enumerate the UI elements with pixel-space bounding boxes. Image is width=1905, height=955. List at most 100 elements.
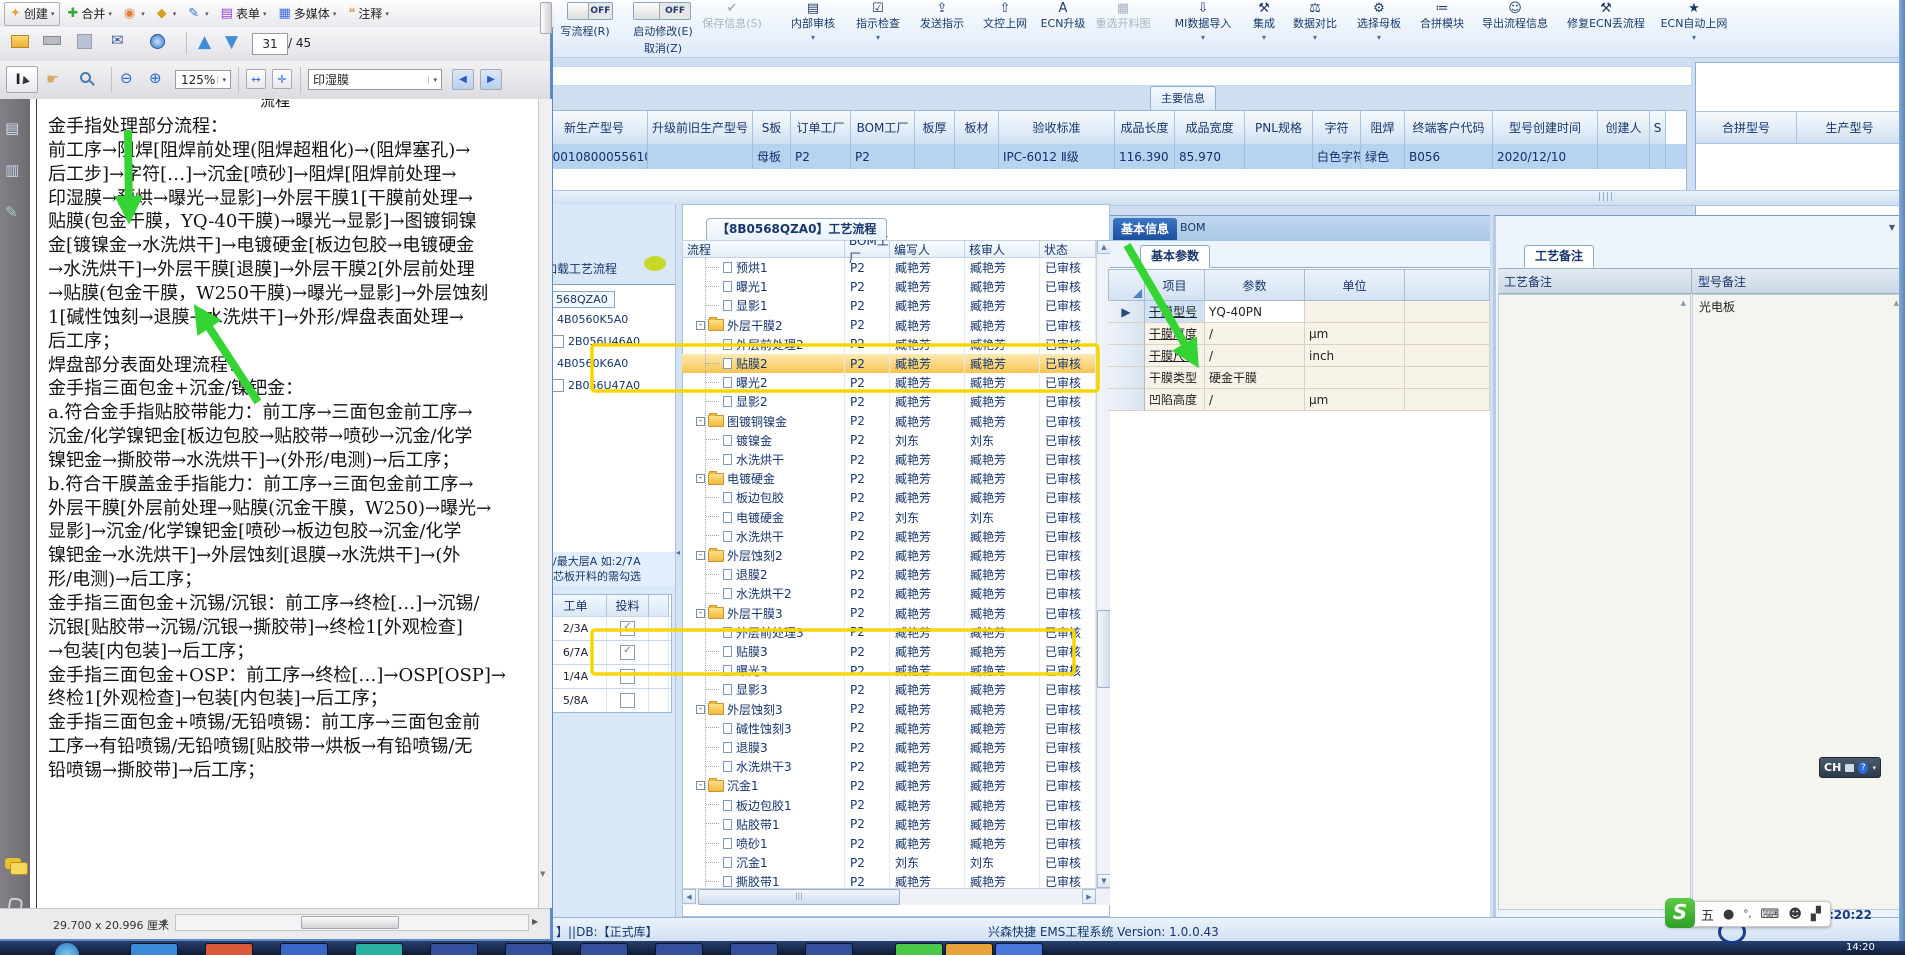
param-value[interactable]: /: [1205, 345, 1305, 367]
param-value[interactable]: 硬金干膜: [1205, 367, 1305, 389]
tree-row[interactable]: 水洗烘干2 P2 臧艳芳 臧艳芳 已审核: [682, 584, 1096, 604]
tree-row[interactable]: - 外层蚀刻3 P2 臧艳芳 臧艳芳 已审核: [682, 699, 1096, 719]
tree-row[interactable]: - 外层干膜2 P2 臧艳芳 臧艳芳 已审核: [682, 315, 1096, 335]
pdf-menu-pen-icon[interactable]: ✎ ▾: [183, 3, 213, 25]
select-tool-button[interactable]: I ▲: [6, 66, 38, 93]
toolbar-button-ECN自动上网[interactable]: ★ ECN自动上网 ▾: [1661, 0, 1728, 57]
fit-width-button[interactable]: ↔: [246, 69, 266, 89]
toolbar-button-MI数据导入[interactable]: ⇩ MI数据导入 ▾: [1175, 0, 1232, 57]
ime-mode-label[interactable]: 五: [1701, 905, 1714, 924]
model-list-item[interactable]: 2B056U47A0: [551, 379, 640, 392]
toggle-启动修改(E)[interactable]: OFF: [633, 2, 691, 20]
next-page-icon[interactable]: ▼: [225, 32, 238, 52]
tree-row[interactable]: 撕胶带1 P2 臧艳芳 臧艳芳 已审核: [682, 872, 1096, 888]
model-list-item[interactable]: 4B0560K5A0: [557, 313, 628, 326]
taskbar-app-button[interactable]: [580, 943, 628, 955]
tree-row[interactable]: 板边包胶1 P2 臧艳芳 臧艳芳 已审核: [682, 795, 1096, 815]
pdf-hscroll-thumb[interactable]: [301, 916, 399, 929]
checkbox-icon[interactable]: [620, 693, 635, 708]
marquee-zoom-icon[interactable]: [80, 72, 91, 83]
speech-bubble-icon[interactable]: [644, 256, 666, 271]
checkbox-icon[interactable]: ✓: [620, 645, 635, 660]
checkbox-icon[interactable]: ✓: [620, 621, 635, 636]
fit-page-button[interactable]: ✛: [272, 69, 292, 89]
print-icon[interactable]: [43, 36, 61, 45]
column-header-创建人[interactable]: 创建人: [1598, 111, 1650, 144]
param-row[interactable]: 凹陷高度 / µm: [1108, 389, 1490, 411]
pdf-menu-people-icon[interactable]: ◉ ▾: [119, 3, 150, 25]
column-header-合拼型号[interactable]: 合拼型号: [1696, 111, 1797, 144]
tree-row[interactable]: 曝光3 P2 臧艳芳 臧艳芳 已审核: [682, 661, 1096, 681]
column-header-S板[interactable]: S板: [753, 111, 791, 144]
tree-row[interactable]: - 图镀铜镍金 P2 臧艳芳 臧艳芳 已审核: [682, 411, 1096, 431]
collapse-icon[interactable]: -: [696, 781, 705, 791]
model-list-item[interactable]: 2B056U46A0: [551, 335, 640, 348]
taskbar-app-button[interactable]: [655, 943, 703, 955]
start-button[interactable]: [55, 943, 79, 955]
taskbar-app-button[interactable]: [355, 943, 403, 955]
param-row[interactable]: 干膜厚度 / µm: [1108, 323, 1490, 345]
param-value[interactable]: /: [1205, 389, 1305, 411]
param-row[interactable]: ▶ 干膜型号 YQ-40PN: [1108, 301, 1490, 323]
order-row[interactable]: 5/8A: [545, 688, 671, 712]
email-icon[interactable]: ✉: [111, 31, 124, 49]
language-bar[interactable]: CH ? ▾: [1819, 757, 1881, 778]
column-header-成品长度[interactable]: 成品长度: [1115, 111, 1175, 144]
tree-row[interactable]: 沉金1 P2 刘东 刘东 已审核: [682, 853, 1096, 873]
toolbar-button-内部审核[interactable]: ▤ 内部审核 ▾: [791, 0, 835, 57]
tree-row[interactable]: 外层前处理3 P2 臧艳芳 臧艳芳 已审核: [682, 622, 1096, 642]
process-remark-field[interactable]: ▲: [1498, 294, 1691, 910]
param-row[interactable]: 干膜尺寸 / inch: [1108, 345, 1490, 367]
column-header-板厚[interactable]: 板厚: [915, 111, 955, 144]
previous-page-icon[interactable]: ▲: [198, 32, 211, 52]
tree-row[interactable]: 贴膜3 P2 臧艳芳 臧艳芳 已审核: [682, 642, 1096, 662]
scroll-left-icon[interactable]: ◀: [682, 889, 696, 904]
tree-row[interactable]: 退膜3 P2 臧艳芳 臧艳芳 已审核: [682, 738, 1096, 758]
scroll-right-icon[interactable]: ▶: [532, 917, 538, 926]
column-header-订单工厂[interactable]: 订单工厂: [791, 111, 851, 144]
taskbar-app-button[interactable]: [730, 943, 778, 955]
checkbox-icon[interactable]: [620, 669, 635, 684]
param-row[interactable]: 干膜类型 硬金干膜: [1108, 367, 1490, 389]
column-header-字符[interactable]: 字符: [1313, 111, 1361, 144]
toolbar-button-文控上网[interactable]: ⇧ 文控上网: [983, 0, 1027, 57]
tree-column-编写人[interactable]: 编写人: [890, 240, 965, 258]
tree-row[interactable]: 贴胶带1 P2 臧艳芳 臧艳芳 已审核: [682, 814, 1096, 834]
punctuation-icon[interactable]: °,: [1743, 909, 1751, 920]
pdf-vertical-scrollbar[interactable]: [538, 99, 552, 908]
collapse-icon[interactable]: -: [696, 320, 705, 330]
signature-icon[interactable]: ✎: [5, 203, 18, 221]
tree-row[interactable]: 显影1 P2 臧艳芳 臧艳芳 已审核: [682, 296, 1096, 316]
zoom-level-select[interactable]: 125% ▾: [175, 70, 231, 89]
tree-column-BOM工厂[interactable]: BOM工厂: [845, 234, 890, 265]
toolbar-button-修复ECN丢流程[interactable]: ⚒ 修复ECN丢流程: [1567, 0, 1645, 57]
pdf-vscroll-thumb[interactable]: [539, 2, 552, 34]
find-next-button[interactable]: ▶: [480, 69, 502, 90]
toolbar-button-集成[interactable]: ⚒ 集成 ▾: [1253, 0, 1275, 57]
account-icon[interactable]: ☻: [1788, 907, 1802, 922]
toolbar-button-指示检查[interactable]: ☑ 指示检查 ▾: [856, 0, 900, 57]
column-header-新生产型号[interactable]: 新生产型号: [541, 111, 648, 144]
tree-row[interactable]: 镀镍金 P2 刘东 刘东 已审核: [682, 430, 1096, 450]
open-icon[interactable]: [11, 35, 29, 48]
tree-row[interactable]: 水洗烘干 P2 臧艳芳 臧艳芳 已审核: [682, 526, 1096, 546]
tree-row[interactable]: 显影3 P2 臧艳芳 臧艳芳 已审核: [682, 680, 1096, 700]
tree-row[interactable]: - 沉金1 P2 臧艳芳 臧艳芳 已审核: [682, 776, 1096, 796]
column-header-验收标准[interactable]: 验收标准: [999, 111, 1115, 144]
tree-row[interactable]: 电镀硬金 P2 刘东 刘东 已审核: [682, 507, 1096, 527]
tree-row[interactable]: 板边包胶 P2 臧艳芳 臧艳芳 已审核: [682, 488, 1096, 508]
tree-row[interactable]: 退膜2 P2 臧艳芳 臧艳芳 已审核: [682, 565, 1096, 585]
tree-column-流程[interactable]: 流程: [682, 240, 845, 258]
pdf-menu-注释[interactable]: ❝ 注释 ▾: [343, 3, 394, 25]
tree-row[interactable]: 曝光2 P2 臧艳芳 臧艳芳 已审核: [682, 373, 1096, 393]
page-number-input[interactable]: [252, 33, 288, 55]
param-value[interactable]: /: [1205, 323, 1305, 345]
help-icon[interactable]: ?: [1858, 761, 1869, 774]
tree-row[interactable]: - 电镀硬金 P2 臧艳芳 臧艳芳 已审核: [682, 469, 1096, 489]
toolbar-button-合拼模块[interactable]: ≔ 合拼模块: [1420, 0, 1464, 57]
column-header-板材[interactable]: 板材: [955, 111, 999, 144]
tree-hscroll-thumb[interactable]: |||: [698, 889, 900, 905]
save-icon[interactable]: [77, 34, 92, 49]
flow-tree-tab[interactable]: 【8B0568QZA0】工艺流程: [706, 218, 888, 240]
sogou-logo-icon[interactable]: S: [1665, 898, 1695, 928]
